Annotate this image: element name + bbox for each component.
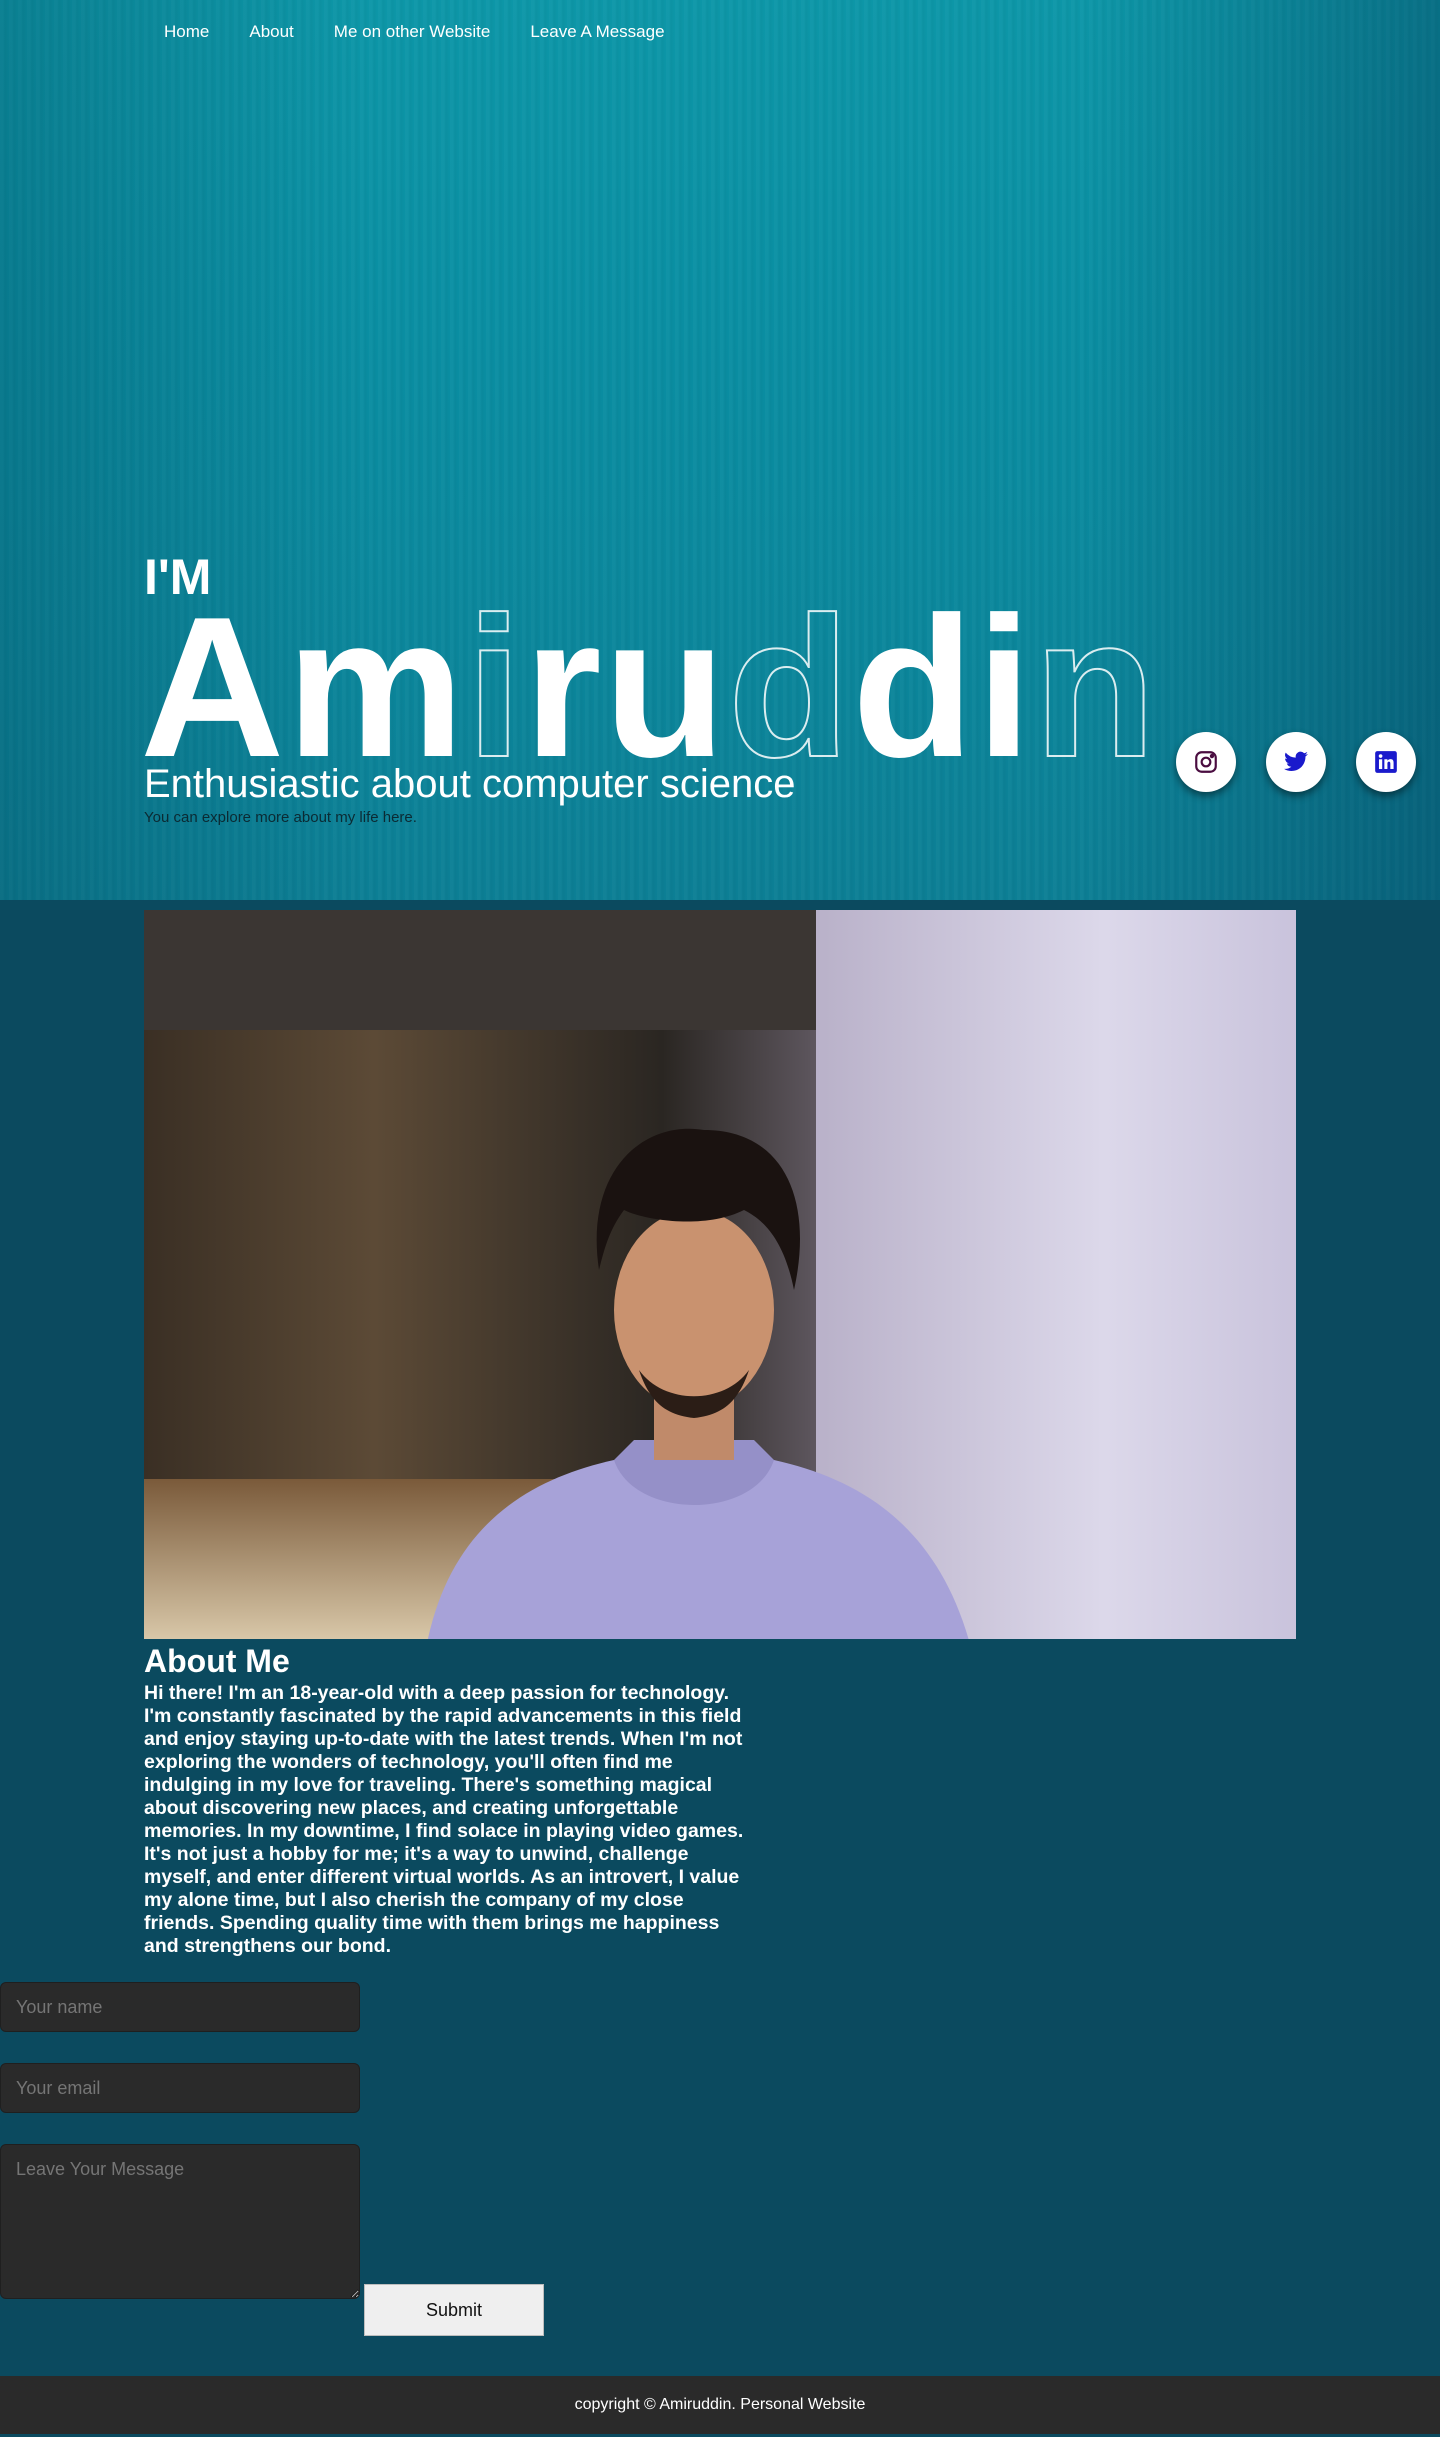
name-input[interactable] [0,1982,360,2032]
about-section: About Me Hi there! I'm an 18-year-old wi… [0,900,1440,2434]
hero-subtitle: Enthusiastic about computer science [144,762,796,806]
about-title: About Me [144,1643,290,1679]
profile-photo [144,910,1296,1639]
hero-name-part: di [852,576,1034,799]
nav-about-link[interactable]: About [229,18,313,46]
hero-name-part: n [1033,576,1158,799]
main-nav: Home About Me on other Website Leave A M… [144,18,685,46]
about-text: Hi there! I'm an 18-year-old with a deep… [144,1682,744,1957]
linkedin-button[interactable] [1356,732,1416,792]
instagram-icon [1195,751,1217,773]
hero-section: Home About Me on other Website Leave A M… [0,0,1440,900]
hero-tagline: You can explore more about my life here. [144,809,417,826]
nav-leave-message-link[interactable]: Leave A Message [510,18,684,46]
person-illustration [427,1128,969,1639]
nav-home-link[interactable]: Home [144,18,229,46]
twitter-button[interactable] [1266,732,1326,792]
hero-name: Amiruddin [140,587,1158,789]
linkedin-icon [1375,751,1397,773]
email-input[interactable] [0,2063,360,2113]
message-textarea[interactable] [0,2144,360,2299]
footer: copyright © Amiruddin. Personal Website [0,2376,1440,2434]
message-form: Submit [0,1982,1440,2352]
nav-other-websites-link[interactable]: Me on other Website [314,18,511,46]
footer-copyright: copyright © Amiruddin. Personal Website [574,2396,866,2413]
social-links [1176,732,1416,792]
twitter-icon [1284,751,1308,771]
submit-button[interactable]: Submit [364,2284,544,2336]
instagram-button[interactable] [1176,732,1236,792]
